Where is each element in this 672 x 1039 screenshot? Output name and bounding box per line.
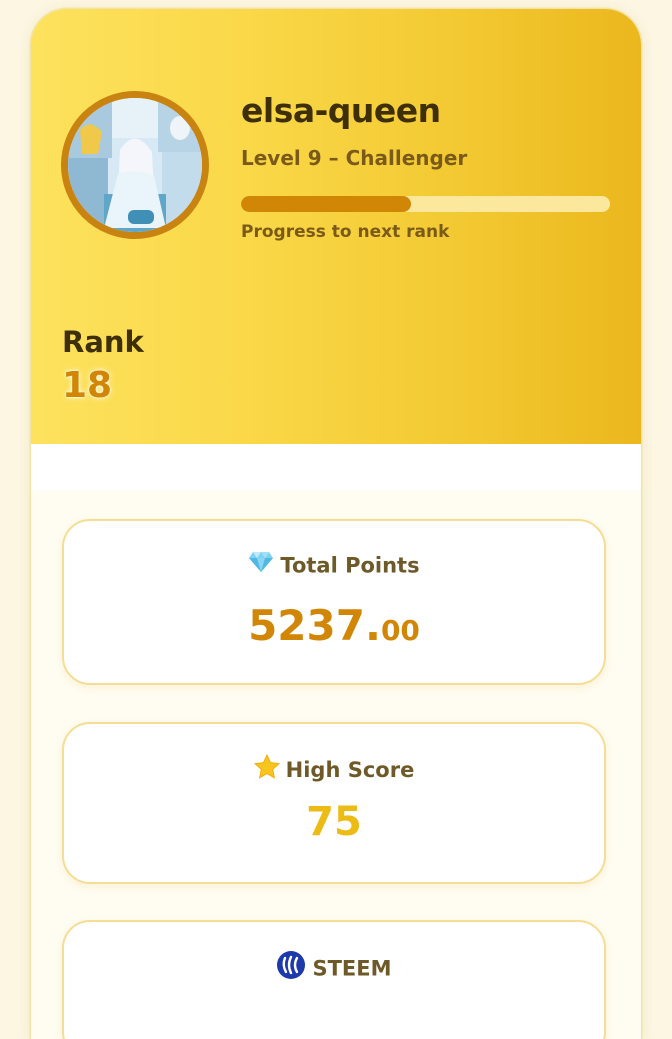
rank-progress-bar	[241, 196, 610, 212]
avatar[interactable]	[61, 91, 209, 239]
username: elsa-queen	[241, 91, 441, 130]
star-icon	[253, 753, 280, 784]
steem-title: STEEM	[64, 950, 604, 987]
high-score-title: High Score	[64, 753, 604, 786]
total-points-integer: 5237.	[248, 601, 381, 650]
total-points-title: Total Points	[64, 551, 604, 580]
steem-label: STEEM	[312, 956, 392, 981]
total-points-label: Total Points	[280, 553, 420, 578]
total-points-value: 5237.00	[64, 601, 604, 650]
level-label: Level 9 – Challenger	[241, 146, 468, 170]
progress-label: Progress to next rank	[241, 222, 450, 242]
high-score-value: 75	[306, 799, 362, 845]
rank-progress-fill	[241, 196, 411, 212]
high-score-label: High Score	[285, 758, 415, 782]
header-divider	[31, 444, 641, 490]
rank-value: 18	[62, 365, 113, 406]
steem-logo-icon	[276, 950, 306, 985]
profile-card: elsa-queen Level 9 – Challenger Progress…	[31, 9, 641, 1039]
high-score-card: High Score 75	[62, 722, 606, 884]
steem-card: STEEM	[62, 920, 606, 1039]
rank-label: Rank	[62, 325, 144, 359]
total-points-decimals: 00	[380, 614, 420, 647]
total-points-card: Total Points 5237.00	[62, 519, 606, 685]
gem-icon	[248, 551, 274, 578]
avatar-image	[68, 98, 202, 232]
profile-header: elsa-queen Level 9 – Challenger Progress…	[31, 9, 641, 444]
